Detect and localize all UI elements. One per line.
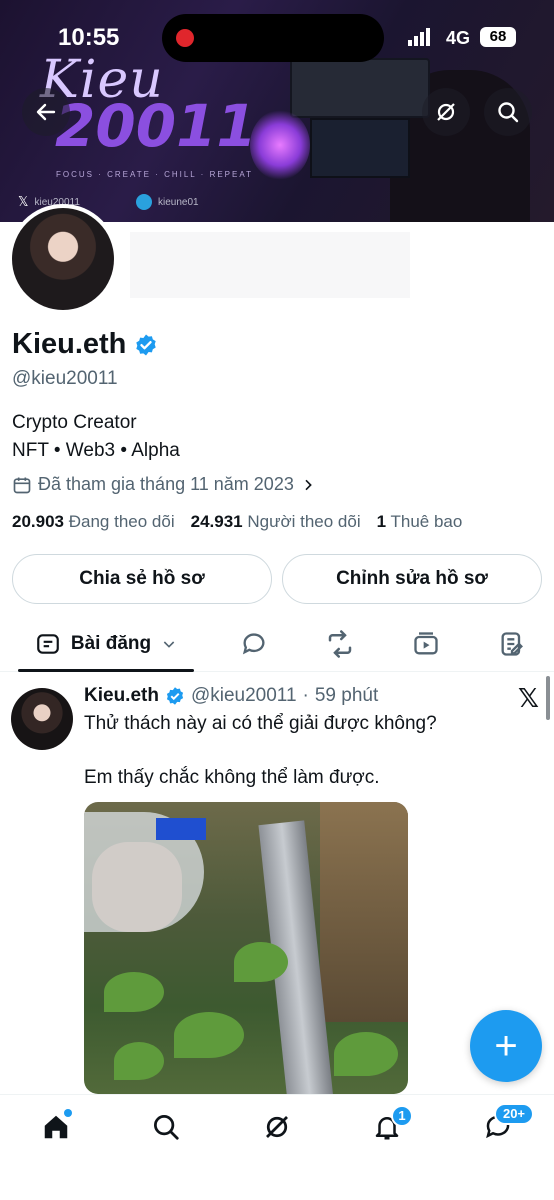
tab-posts[interactable]: Bài đăng bbox=[18, 618, 194, 672]
scrollbar[interactable] bbox=[546, 676, 550, 720]
followers-count: 24.931 bbox=[190, 512, 243, 531]
joined-date: Đã tham gia tháng 11 năm 2023 bbox=[38, 474, 294, 494]
joined-date-row[interactable]: Đã tham gia tháng 11 năm 2023 bbox=[12, 474, 316, 495]
followers-stat[interactable]: 24.931 Người theo dõi bbox=[191, 512, 361, 532]
signal-icon bbox=[408, 28, 430, 46]
grok-icon bbox=[266, 1116, 288, 1138]
media-label bbox=[156, 818, 206, 840]
profile-name-row: Kieu.eth bbox=[12, 328, 158, 361]
subscribers-label: Thuê bao bbox=[390, 512, 463, 531]
plus-icon: + bbox=[494, 1023, 518, 1068]
grok-icon bbox=[437, 103, 455, 121]
post-separator: · bbox=[302, 685, 309, 706]
search-button[interactable] bbox=[484, 88, 532, 136]
posts-icon bbox=[37, 634, 59, 654]
banner-monitor bbox=[290, 58, 430, 118]
notifications-badge: 1 bbox=[391, 1105, 413, 1127]
media-leaf bbox=[234, 942, 288, 982]
profile-bio-line1: Crypto Creator bbox=[12, 412, 137, 433]
banner-brand-line2: 20011 bbox=[55, 92, 257, 160]
post-author-name[interactable]: Kieu.eth bbox=[84, 685, 159, 707]
chevron-down-icon bbox=[163, 641, 175, 648]
dynamic-island bbox=[162, 14, 384, 62]
share-profile-button[interactable]: Chia sẻ hồ sơ bbox=[12, 554, 272, 604]
messages-badge: 20+ bbox=[494, 1103, 534, 1125]
status-time: 10:55 bbox=[58, 24, 120, 51]
calendar-icon bbox=[13, 477, 31, 493]
compose-button[interactable]: + bbox=[470, 1010, 542, 1082]
media-leaf bbox=[334, 1032, 398, 1076]
article-icon bbox=[501, 632, 523, 656]
nav-search[interactable] bbox=[146, 1107, 186, 1147]
bottom-navigation: 1 20+ bbox=[0, 1094, 554, 1200]
edit-profile-button[interactable]: Chỉnh sửa hồ sơ bbox=[282, 554, 542, 604]
arrow-left-icon bbox=[36, 103, 56, 121]
nav-grok[interactable] bbox=[257, 1107, 297, 1147]
media-leaf bbox=[104, 972, 164, 1012]
telegram-icon bbox=[136, 194, 152, 210]
battery-indicator: 68 bbox=[480, 27, 516, 47]
recording-dot-icon bbox=[176, 29, 194, 47]
banner-telegram-handle: kieune01 bbox=[158, 196, 199, 208]
repost-icon bbox=[328, 630, 352, 658]
grok-button[interactable] bbox=[422, 88, 470, 136]
back-button[interactable] bbox=[22, 88, 70, 136]
nav-home[interactable] bbox=[36, 1107, 76, 1147]
tab-reposts[interactable] bbox=[320, 618, 360, 670]
media-leaf bbox=[114, 1042, 164, 1080]
follow-stats: 20.903 Đang theo dõi 24.931 Người theo d… bbox=[12, 512, 462, 532]
tab-videos[interactable] bbox=[406, 618, 446, 670]
post-text-line1: Thử thách này ai có thể giải được không? bbox=[84, 713, 437, 734]
verified-badge-icon bbox=[166, 687, 184, 705]
home-unread-dot bbox=[64, 1109, 72, 1117]
media-leaf bbox=[174, 1012, 244, 1058]
search-icon bbox=[154, 1115, 179, 1140]
subscribers-stat[interactable]: 1 Thuê bao bbox=[377, 512, 463, 532]
video-icon bbox=[414, 632, 438, 655]
tab-articles[interactable] bbox=[492, 618, 532, 670]
following-stat[interactable]: 20.903 Đang theo dõi bbox=[12, 512, 175, 532]
banner-telegram-link: kieune01 bbox=[136, 194, 199, 210]
tab-replies[interactable] bbox=[234, 618, 274, 670]
chevron-right-icon bbox=[305, 479, 312, 490]
x-logo-icon: 𝕏 bbox=[18, 194, 29, 209]
nav-messages[interactable]: 20+ bbox=[478, 1103, 534, 1147]
profile-bio-line2: NFT • Web3 • Alpha bbox=[12, 440, 180, 461]
profile-name: Kieu.eth bbox=[12, 328, 127, 360]
subscribers-count: 1 bbox=[376, 512, 387, 531]
following-count: 20.903 bbox=[12, 512, 64, 531]
media-dry-leaves bbox=[320, 802, 408, 1022]
following-label: Đang theo dõi bbox=[68, 512, 175, 531]
profile-tabs: Bài đăng bbox=[0, 618, 554, 672]
banner-motto: FOCUS · CREATE · CHILL · REPEAT bbox=[56, 170, 253, 179]
post-avatar[interactable] bbox=[11, 688, 73, 750]
post-header: Kieu.eth @kieu20011 · 59 phút bbox=[84, 685, 378, 707]
nav-notifications[interactable]: 1 bbox=[367, 1105, 413, 1147]
verified-badge-icon[interactable] bbox=[134, 333, 158, 357]
banner-lamp bbox=[250, 110, 310, 180]
blurred-region bbox=[130, 232, 410, 298]
profile-avatar[interactable] bbox=[8, 204, 118, 314]
profile-handle: @kieu20011 bbox=[12, 368, 118, 389]
post-text-line2: Em thấy chắc không thể làm được. bbox=[84, 767, 380, 788]
x-logo-icon: 𝕏 bbox=[518, 683, 539, 713]
tab-posts-label: Bài đăng bbox=[70, 633, 152, 654]
banner-monitor-2 bbox=[310, 118, 410, 178]
network-type: 4G bbox=[446, 28, 471, 48]
followers-label: Người theo dõi bbox=[247, 512, 361, 531]
post-media[interactable] bbox=[84, 802, 408, 1094]
search-icon bbox=[498, 102, 519, 123]
post-time: 59 phút bbox=[314, 685, 379, 706]
post-author-handle: @kieu20011 bbox=[190, 685, 297, 706]
reply-icon bbox=[242, 633, 265, 655]
